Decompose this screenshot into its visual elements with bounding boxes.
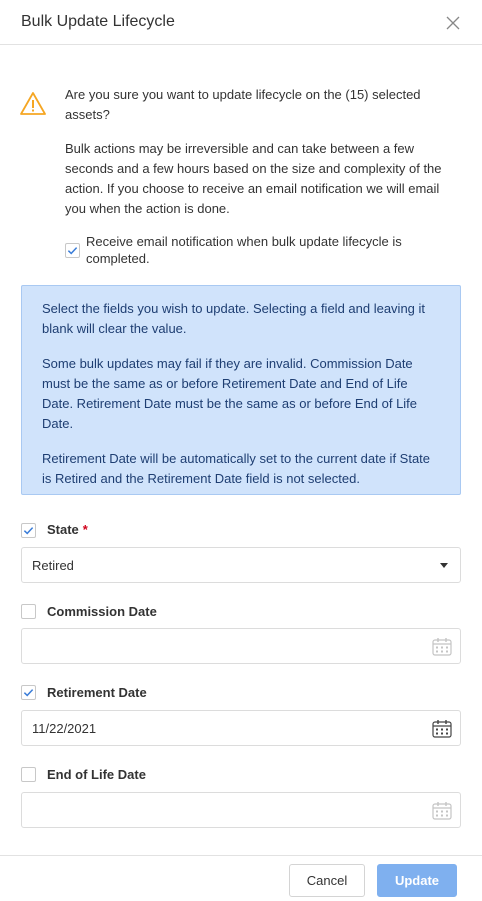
dialog-title: Bulk Update Lifecycle — [21, 13, 175, 30]
end-of-life-date-label: End of Life Date — [47, 767, 146, 782]
info-box: Select the fields you wish to update. Se… — [21, 285, 461, 495]
info-paragraph: Retirement Date will be automatically se… — [42, 451, 431, 486]
footer-divider — [0, 855, 482, 856]
state-select-value: Retired — [32, 558, 74, 573]
required-mark: * — [82, 522, 88, 537]
retirement-date-checkbox[interactable] — [21, 685, 36, 700]
check-icon — [23, 527, 34, 535]
chevron-down-icon — [440, 563, 448, 568]
retirement-date-value: 11/22/2021 — [32, 721, 97, 736]
warning-icon — [20, 91, 46, 117]
commission-date-input[interactable] — [21, 628, 461, 664]
email-notification-checkbox[interactable] — [65, 243, 80, 258]
dialog-header: Bulk Update Lifecycle — [0, 0, 482, 45]
end-of-life-date-checkbox[interactable] — [21, 767, 36, 782]
info-paragraph: Select the fields you wish to update. Se… — [42, 301, 426, 336]
end-of-life-date-input[interactable] — [21, 792, 461, 828]
info-paragraph: Some bulk updates may fail if they are i… — [42, 356, 418, 431]
bulk-warning-text: Bulk actions may be irreversible and can… — [65, 141, 442, 216]
retirement-date-label: Retirement Date — [47, 685, 147, 700]
close-icon[interactable] — [444, 14, 462, 32]
check-icon — [23, 689, 34, 697]
state-label: State * — [47, 522, 88, 537]
commission-date-label: Commission Date — [47, 604, 157, 619]
cancel-button[interactable]: Cancel — [289, 864, 365, 897]
state-checkbox[interactable] — [21, 523, 36, 538]
email-notification-label: Receive email notification when bulk upd… — [86, 234, 402, 266]
check-icon — [67, 247, 78, 255]
update-button[interactable]: Update — [377, 864, 457, 897]
state-select[interactable]: Retired — [21, 547, 461, 583]
retirement-date-input[interactable]: 11/22/2021 — [21, 710, 461, 746]
commission-date-checkbox[interactable] — [21, 604, 36, 619]
calendar-icon[interactable] — [432, 801, 452, 820]
state-label-text: State — [47, 522, 79, 537]
calendar-icon[interactable] — [432, 719, 452, 738]
calendar-icon[interactable] — [432, 637, 452, 656]
confirm-question: Are you sure you want to update lifecycl… — [65, 87, 421, 122]
